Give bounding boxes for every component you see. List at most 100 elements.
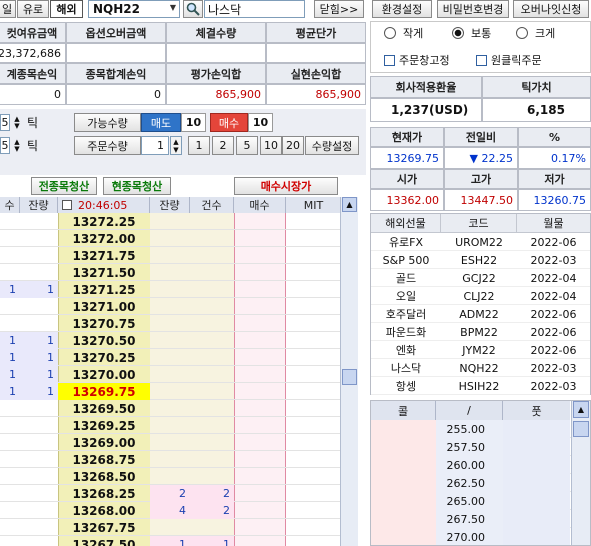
options-row[interactable]: 262.50 — [371, 474, 590, 492]
scroll-thumb[interactable] — [342, 369, 357, 385]
put-cell[interactable] — [503, 474, 570, 492]
options-row[interactable]: 257.50 — [371, 438, 590, 456]
radio-large[interactable]: 크게 — [516, 24, 576, 42]
price-cell[interactable]: 13268.75 — [58, 451, 150, 468]
mit-order-cell[interactable] — [286, 298, 342, 315]
price-cell[interactable]: 13269.75 — [58, 383, 150, 400]
market-buy-button[interactable]: 매수시장가 — [234, 177, 338, 195]
password-change-button[interactable]: 비밀번호변경 — [437, 0, 509, 18]
tick-spinner[interactable]: ▲ ▼ — [12, 114, 22, 131]
qty-preset-button[interactable]: 20 — [282, 136, 304, 155]
buy-order-cell[interactable] — [234, 519, 286, 536]
qty-spinner[interactable]: ▲ ▼ — [170, 136, 182, 155]
options-row[interactable]: 270.00 — [371, 528, 590, 545]
price-cell[interactable]: 13269.00 — [58, 434, 150, 451]
mit-order-cell[interactable] — [286, 332, 342, 349]
buy-order-cell[interactable] — [234, 247, 286, 264]
tab-overseas[interactable]: 해외 — [50, 0, 83, 18]
futures-row[interactable]: 골드 GCJ22 2022-04 — [371, 269, 590, 287]
call-cell[interactable] — [371, 420, 436, 438]
price-cell[interactable]: 13268.50 — [58, 468, 150, 485]
futures-row[interactable]: 엔화 JYM22 2022-06 — [371, 341, 590, 359]
sell-available-button[interactable]: 매도 — [141, 113, 181, 132]
buy-order-cell[interactable] — [234, 213, 286, 230]
qty-preset-button[interactable]: 10 — [260, 136, 282, 155]
search-icon[interactable] — [183, 0, 203, 18]
overnight-apply-button[interactable]: 오버나잇신청 — [513, 0, 589, 18]
futures-row[interactable]: 호주달러 ADM22 2022-06 — [371, 305, 590, 323]
price-cell[interactable]: 13267.50 — [58, 536, 150, 546]
check-fixed-order[interactable]: 주문창고정 — [384, 51, 474, 69]
order-qty-input[interactable]: 1 — [141, 136, 169, 155]
buy-order-cell[interactable] — [234, 383, 286, 400]
mit-order-cell[interactable] — [286, 519, 342, 536]
price-cell[interactable]: 13268.25 — [58, 485, 150, 502]
checkbox-icon[interactable] — [476, 54, 487, 66]
price-cell[interactable]: 13271.50 — [58, 264, 150, 281]
call-cell[interactable] — [371, 474, 436, 492]
mit-order-cell[interactable] — [286, 468, 342, 485]
tick-spinner[interactable]: ▲ ▼ — [12, 137, 22, 154]
scroll-up-icon[interactable]: ▲ — [342, 197, 357, 212]
tab-domestic[interactable]: 일 — [0, 0, 16, 18]
mit-order-cell[interactable] — [286, 383, 342, 400]
mit-order-cell[interactable] — [286, 230, 342, 247]
put-cell[interactable] — [503, 420, 570, 438]
futures-row[interactable]: 나스닥 NQH22 2022-03 — [371, 359, 590, 377]
mit-order-cell[interactable] — [286, 349, 342, 366]
price-cell[interactable]: 13271.25 — [58, 281, 150, 298]
put-cell[interactable] — [503, 528, 570, 545]
mit-order-cell[interactable] — [286, 502, 342, 519]
buy-order-cell[interactable] — [234, 417, 286, 434]
futures-row[interactable]: 유로FX UROM22 2022-06 — [371, 233, 590, 251]
call-cell[interactable] — [371, 492, 436, 510]
mit-order-cell[interactable] — [286, 366, 342, 383]
mit-order-cell[interactable] — [286, 451, 342, 468]
checkbox-icon[interactable] — [384, 54, 395, 66]
futures-row[interactable]: 파운드화 BPM22 2022-06 — [371, 323, 590, 341]
buy-order-cell[interactable] — [234, 332, 286, 349]
checkbox-icon[interactable] — [62, 200, 72, 210]
call-cell[interactable] — [371, 438, 436, 456]
buy-order-cell[interactable] — [234, 264, 286, 281]
qty-settings-button[interactable]: 수량설정 — [305, 136, 359, 155]
dock-button[interactable]: 닫힘>> — [314, 0, 364, 18]
qty-preset-button[interactable]: 2 — [212, 136, 234, 155]
buy-order-cell[interactable] — [234, 281, 286, 298]
radio-icon[interactable] — [384, 27, 396, 39]
price-cell[interactable]: 13270.00 — [58, 366, 150, 383]
tab-euro[interactable]: 유로 — [17, 0, 49, 18]
options-row[interactable]: 265.00 — [371, 492, 590, 510]
put-cell[interactable] — [503, 510, 570, 528]
buy-order-cell[interactable] — [234, 434, 286, 451]
price-cell[interactable]: 13269.25 — [58, 417, 150, 434]
mit-order-cell[interactable] — [286, 434, 342, 451]
buy-order-cell[interactable] — [234, 451, 286, 468]
qty-preset-button[interactable]: 1 — [188, 136, 210, 155]
options-row[interactable]: 267.50 — [371, 510, 590, 528]
call-cell[interactable] — [371, 510, 436, 528]
tick-input[interactable]: 5 — [0, 114, 10, 131]
symbol-select[interactable]: NQH22 ▼ — [88, 0, 180, 18]
buy-order-cell[interactable] — [234, 298, 286, 315]
buy-order-cell[interactable] — [234, 400, 286, 417]
buy-available-button[interactable]: 매수 — [210, 113, 248, 132]
mit-order-cell[interactable] — [286, 536, 342, 546]
price-cell[interactable]: 13272.00 — [58, 230, 150, 247]
mit-order-cell[interactable] — [286, 315, 342, 332]
price-cell[interactable]: 13272.25 — [58, 213, 150, 230]
radio-normal[interactable]: 보통 — [452, 24, 512, 42]
options-row[interactable]: 255.00 — [371, 420, 590, 438]
scroll-thumb[interactable] — [573, 421, 589, 437]
chevron-down-icon[interactable]: ▼ — [170, 3, 176, 12]
buy-order-cell[interactable] — [234, 468, 286, 485]
buy-order-cell[interactable] — [234, 536, 286, 546]
buy-order-cell[interactable] — [234, 230, 286, 247]
options-row[interactable]: 260.00 — [371, 456, 590, 474]
buy-order-cell[interactable] — [234, 502, 286, 519]
options-scrollbar[interactable]: ▲ — [571, 401, 590, 545]
futures-row[interactable]: 항셍 HSIH22 2022-03 — [371, 377, 590, 395]
mit-order-cell[interactable] — [286, 264, 342, 281]
buy-order-cell[interactable] — [234, 366, 286, 383]
mit-order-cell[interactable] — [286, 247, 342, 264]
